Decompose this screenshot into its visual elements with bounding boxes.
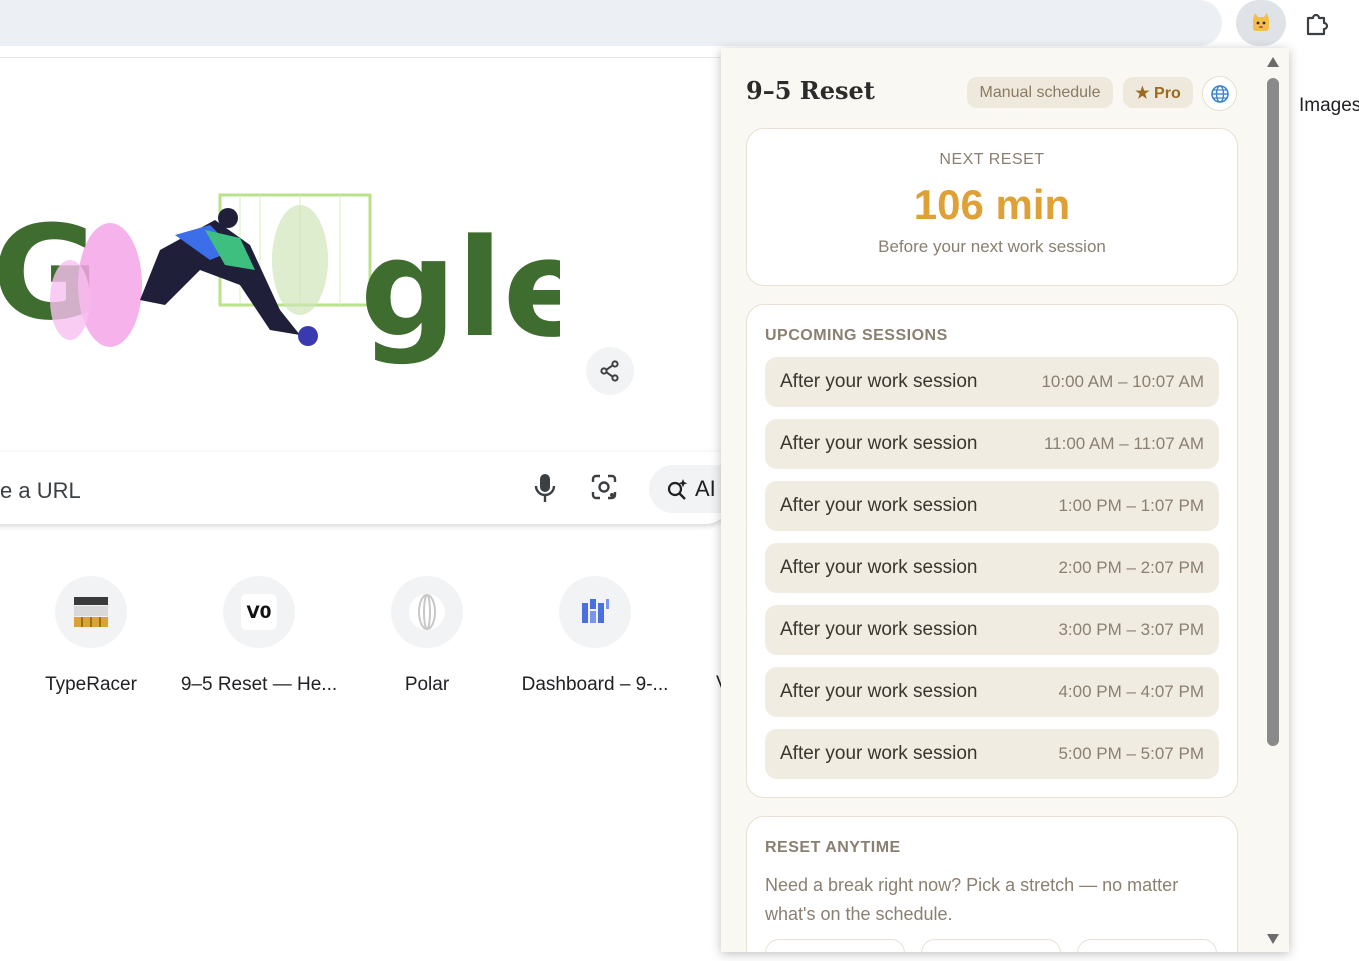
extension-popup: 9–5 Reset Manual schedule ★ Pro NEXT RES… — [721, 48, 1289, 952]
upcoming-sessions-label: UPCOMING SESSIONS — [765, 327, 948, 344]
next-reset-card: NEXT RESET 106 min Before your next work… — [746, 128, 1238, 286]
v0-icon: V0 — [241, 594, 277, 630]
session-name: After your work session — [780, 371, 978, 392]
language-button[interactable] — [1202, 76, 1237, 111]
shortcut-label: 9–5 Reset — He... — [180, 674, 338, 695]
shortcut-dashboard[interactable]: Dashboard – 9-... — [505, 576, 685, 696]
next-reset-value: 106 min — [913, 181, 1071, 228]
session-row[interactable]: After your work session 5:00 PM – 5:07 P… — [765, 729, 1219, 779]
voice-search-button[interactable] — [530, 472, 560, 509]
svg-text:V0: V0 — [247, 603, 272, 623]
session-row[interactable]: After your work session 11:00 AM – 11:07… — [765, 419, 1219, 469]
google-doodle[interactable]: G gle — [0, 190, 594, 370]
reset-anytime-card: RESET ANYTIME Need a break right now? Pi… — [746, 816, 1238, 952]
address-bar[interactable] — [0, 0, 1222, 46]
shortcut-icon-circle — [559, 576, 631, 648]
session-name: After your work session — [780, 557, 978, 578]
popup-scroll-thumb[interactable] — [1267, 78, 1279, 746]
doodle-share-button[interactable] — [586, 347, 634, 395]
pro-chip[interactable]: ★ Pro — [1123, 77, 1193, 108]
session-time: 4:00 PM – 4:07 PM — [1058, 682, 1204, 701]
shortcut-polar[interactable]: Polar — [337, 576, 517, 696]
session-time: 3:00 PM – 3:07 PM — [1058, 620, 1204, 639]
shortcut-label: TypeRacer — [45, 674, 137, 695]
shortcut-label: Dashboard – 9-... — [521, 674, 669, 695]
ai-search-sparkle-icon — [667, 479, 688, 500]
browser-toolbar — [0, 0, 1359, 48]
scroll-up-arrow-icon[interactable] — [1266, 56, 1280, 68]
manual-schedule-chip[interactable]: Manual schedule — [967, 77, 1113, 108]
search-box[interactable] — [0, 452, 730, 524]
session-time: 11:00 AM – 11:07 AM — [1043, 434, 1204, 453]
typeracer-icon — [74, 597, 108, 627]
upcoming-sessions-card: UPCOMING SESSIONS After your work sessio… — [746, 304, 1238, 798]
puzzle-icon — [1306, 13, 1329, 36]
toolbar-divider — [0, 57, 720, 58]
next-reset-label: NEXT RESET — [939, 151, 1045, 168]
session-row[interactable]: After your work session 2:00 PM – 2:07 P… — [765, 543, 1219, 593]
reset-extension-button[interactable] — [1236, 0, 1286, 46]
images-link[interactable]: Images — [1299, 95, 1359, 117]
shortcut-label: Polar — [404, 674, 450, 695]
cat-face-icon — [1253, 13, 1269, 31]
dashboard-icon — [582, 599, 609, 623]
browser-window: G gle Images e a URL AI TypeRacer V0 9–5… — [0, 0, 1359, 961]
reset-anytime-label: RESET ANYTIME — [765, 839, 901, 856]
extensions-menu-button[interactable] — [1292, 0, 1342, 46]
session-row[interactable]: After your work session 10:00 AM – 10:07… — [765, 357, 1219, 407]
session-name: After your work session — [780, 743, 978, 764]
session-name: After your work session — [780, 495, 978, 516]
session-name: After your work session — [780, 619, 978, 640]
session-time: 10:00 AM – 10:07 AM — [1041, 372, 1204, 391]
session-time: 2:00 PM – 2:07 PM — [1058, 558, 1204, 577]
stretch-option-button[interactable] — [1077, 939, 1217, 952]
microphone-icon — [534, 474, 556, 502]
session-row[interactable]: After your work session 1:00 PM – 1:07 P… — [765, 481, 1219, 531]
session-name: After your work session — [780, 681, 978, 702]
polar-icon — [409, 594, 445, 630]
session-row[interactable]: After your work session 3:00 PM – 3:07 P… — [765, 605, 1219, 655]
next-reset-subtitle: Before your next work session — [878, 237, 1106, 256]
share-icon — [600, 360, 619, 382]
shortcut-icon-circle — [391, 576, 463, 648]
shortcut-typeracer[interactable]: TypeRacer — [1, 576, 181, 696]
popup-title: 9–5 Reset — [746, 76, 875, 105]
shortcut-9-5-reset[interactable]: V0 9–5 Reset — He... — [169, 576, 349, 696]
stretch-option-button[interactable] — [921, 939, 1061, 952]
session-time: 1:00 PM – 1:07 PM — [1058, 496, 1204, 515]
image-search-button[interactable] — [589, 472, 619, 509]
ai-mode-label: AI — [695, 476, 716, 501]
session-row[interactable]: After your work session 4:00 PM – 4:07 P… — [765, 667, 1219, 717]
session-name: After your work session — [780, 433, 978, 454]
scroll-down-arrow-icon[interactable] — [1266, 933, 1280, 945]
stretch-option-button[interactable] — [765, 939, 905, 952]
shortcut-icon-circle: V0 — [223, 576, 295, 648]
globe-icon — [1210, 84, 1229, 103]
session-time: 5:00 PM – 5:07 PM — [1058, 744, 1204, 763]
shortcut-icon-circle — [55, 576, 127, 648]
camera-lens-icon — [591, 474, 617, 500]
doodle-wordmark: gle — [360, 210, 560, 367]
reset-anytime-description: Need a break right now? Pick a stretch —… — [765, 875, 1179, 924]
search-input[interactable]: e a URL — [0, 478, 81, 504]
